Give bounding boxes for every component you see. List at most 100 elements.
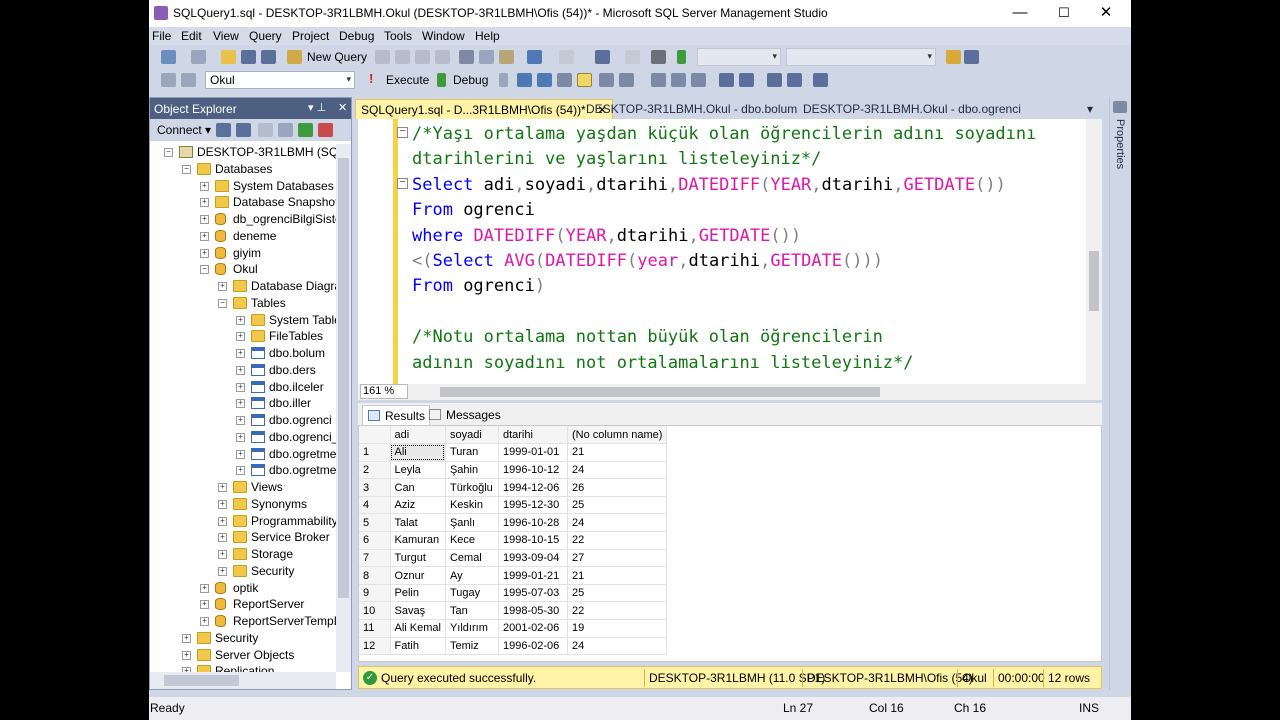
live-stats-icon[interactable] bbox=[671, 73, 686, 87]
editor-hscroll[interactable]: 161 % bbox=[358, 384, 1102, 400]
expand-icon[interactable]: + bbox=[236, 365, 245, 375]
available-databases-combo[interactable]: Okul ▾ bbox=[205, 71, 355, 89]
row-number-cell[interactable]: 7 bbox=[359, 549, 391, 568]
tree-node[interactable]: + giyim bbox=[150, 245, 336, 262]
tree-node[interactable]: + dbo.ogretmen bbox=[150, 446, 336, 463]
query-icon-2[interactable] bbox=[395, 50, 410, 64]
grid-cell[interactable]: Kamuran bbox=[390, 531, 446, 550]
grid-cell[interactable]: 1993-09-04 bbox=[498, 549, 568, 568]
tree-node[interactable]: + Service Broker bbox=[150, 529, 336, 546]
grid-cell[interactable]: Kece bbox=[445, 531, 499, 550]
tree-node[interactable]: + FileTables bbox=[150, 328, 336, 345]
object-explorer-hscroll-thumb[interactable] bbox=[164, 675, 239, 686]
expand-icon[interactable]: + bbox=[218, 282, 227, 291]
grid-cell[interactable]: Leyla bbox=[390, 461, 446, 480]
grid-cell[interactable]: 24 bbox=[567, 461, 668, 480]
tree-node[interactable]: + db_ogrenciBilgiSistemi bbox=[150, 211, 336, 228]
expand-icon[interactable]: + bbox=[236, 466, 245, 476]
increase-indent-icon[interactable] bbox=[787, 73, 802, 87]
object-explorer-close-icon[interactable]: ✕ bbox=[338, 101, 347, 114]
execute-icon[interactable]: ! bbox=[369, 71, 384, 86]
tree-node[interactable]: + dbo.ogrenci_ders bbox=[150, 429, 336, 446]
tree-node[interactable]: + Views bbox=[150, 479, 336, 496]
column-header-soyadi[interactable]: soyadi bbox=[445, 426, 499, 445]
query-icon-3[interactable] bbox=[415, 50, 430, 64]
save-icon[interactable] bbox=[241, 50, 256, 64]
row-number-cell[interactable]: 3 bbox=[359, 478, 391, 497]
grid-cell[interactable]: Ali bbox=[390, 443, 446, 462]
grid-cell[interactable]: 24 bbox=[567, 513, 668, 533]
column-header-adi[interactable]: adi bbox=[390, 426, 446, 445]
editor-hscroll-thumb[interactable] bbox=[440, 387, 880, 397]
grid-cell[interactable]: 1999-01-01 bbox=[498, 443, 568, 462]
cut-icon[interactable] bbox=[459, 50, 474, 64]
cancel-query-icon[interactable] bbox=[499, 73, 508, 87]
row-number-cell[interactable]: 1 bbox=[359, 443, 391, 462]
stop-icon[interactable] bbox=[258, 123, 273, 137]
tree-node[interactable]: + Database Diagrams bbox=[150, 278, 336, 295]
object-explorer-hscroll[interactable] bbox=[150, 672, 336, 689]
grid-cell[interactable]: Şahin bbox=[445, 461, 499, 480]
new-query-icon[interactable] bbox=[287, 50, 302, 64]
redo-icon[interactable] bbox=[559, 50, 574, 64]
parse-icon[interactable] bbox=[517, 73, 532, 87]
device-icon[interactable] bbox=[651, 50, 666, 64]
tab-dbo-ogrenci[interactable]: DESKTOP-3R1LBMH.Okul - dbo.ogrenci bbox=[798, 99, 1026, 119]
expand-icon[interactable]: + bbox=[236, 449, 245, 459]
row-number-cell[interactable]: 8 bbox=[359, 566, 391, 585]
tab-dbo-bolum[interactable]: DESKTOP-3R1LBMH.Okul - dbo.bolum bbox=[581, 99, 802, 119]
editor-vscroll[interactable] bbox=[1086, 119, 1102, 384]
tree-node[interactable]: − Databases bbox=[150, 161, 336, 178]
query-icon-4[interactable] bbox=[435, 50, 450, 64]
fold-toggle-icon[interactable]: − bbox=[397, 178, 408, 189]
expand-icon[interactable]: + bbox=[200, 215, 209, 224]
grid-cell[interactable]: 1996-10-12 bbox=[498, 461, 568, 480]
grid-cell[interactable]: Tugay bbox=[445, 584, 499, 603]
tree-node[interactable]: + Database Snapshots bbox=[150, 194, 336, 211]
minimize-button[interactable]: — bbox=[999, 0, 1041, 27]
expand-icon[interactable]: + bbox=[236, 399, 245, 409]
expand-icon[interactable]: + bbox=[236, 315, 245, 325]
row-number-cell[interactable]: 5 bbox=[359, 513, 391, 533]
collapse-icon[interactable]: − bbox=[164, 148, 173, 157]
close-button[interactable]: ✕ bbox=[1085, 0, 1127, 27]
query-icon-1[interactable] bbox=[375, 50, 390, 64]
grid-cell[interactable]: Temiz bbox=[445, 637, 499, 656]
new-query-button[interactable]: New Query bbox=[307, 50, 367, 64]
connect-dropdown[interactable]: Connect ▾ bbox=[157, 123, 211, 137]
grid-cell[interactable]: Talat bbox=[390, 513, 446, 533]
results-to-text-icon[interactable] bbox=[599, 73, 614, 87]
copy-icon[interactable] bbox=[479, 50, 494, 64]
menu-help[interactable]: Help bbox=[475, 29, 500, 43]
grid-cell[interactable]: 22 bbox=[567, 601, 668, 621]
tree-node[interactable]: + dbo.ilceler bbox=[150, 379, 336, 396]
expand-icon[interactable]: + bbox=[236, 432, 245, 442]
tree-node[interactable]: + Replication bbox=[150, 663, 336, 672]
grid-cell[interactable]: Fatih bbox=[390, 637, 446, 656]
debug-button[interactable]: Debug bbox=[453, 73, 488, 87]
expand-icon[interactable]: + bbox=[236, 349, 245, 358]
expand-icon[interactable]: + bbox=[218, 516, 227, 526]
expand-icon[interactable]: + bbox=[182, 650, 191, 660]
tree-node[interactable]: + dbo.iller bbox=[150, 395, 336, 412]
connect-server-icon[interactable] bbox=[216, 123, 231, 137]
menu-view[interactable]: View bbox=[213, 29, 239, 43]
menu-debug[interactable]: Debug bbox=[339, 29, 374, 43]
tree-node[interactable]: + Storage bbox=[150, 546, 336, 563]
menu-query[interactable]: Query bbox=[249, 29, 282, 43]
expand-icon[interactable]: + bbox=[218, 483, 227, 492]
connect-icon[interactable] bbox=[161, 73, 176, 87]
activity-monitor-icon[interactable] bbox=[318, 123, 333, 137]
sql-code[interactable]: /*Yaşı ortalama yaşdan küçük olan öğrenc… bbox=[412, 122, 1036, 376]
tree-node[interactable]: + ReportServerTempDB bbox=[150, 613, 336, 630]
expand-icon[interactable]: + bbox=[200, 600, 209, 610]
expand-icon[interactable]: + bbox=[200, 248, 209, 258]
menu-tools[interactable]: Tools bbox=[384, 29, 412, 43]
grid-cell[interactable]: 1995-07-03 bbox=[498, 584, 568, 603]
grid-cell[interactable]: 1996-10-28 bbox=[498, 513, 568, 533]
menu-edit[interactable]: Edit bbox=[181, 29, 202, 43]
zoom-combo[interactable]: 161 % bbox=[360, 384, 408, 399]
expand-icon[interactable]: + bbox=[218, 499, 227, 509]
tree-node[interactable]: + Synonyms bbox=[150, 496, 336, 513]
tab-sqlquery1[interactable]: SQLQuery1.sql - D...3R1LBMH\Ofis (54))* … bbox=[355, 99, 614, 119]
